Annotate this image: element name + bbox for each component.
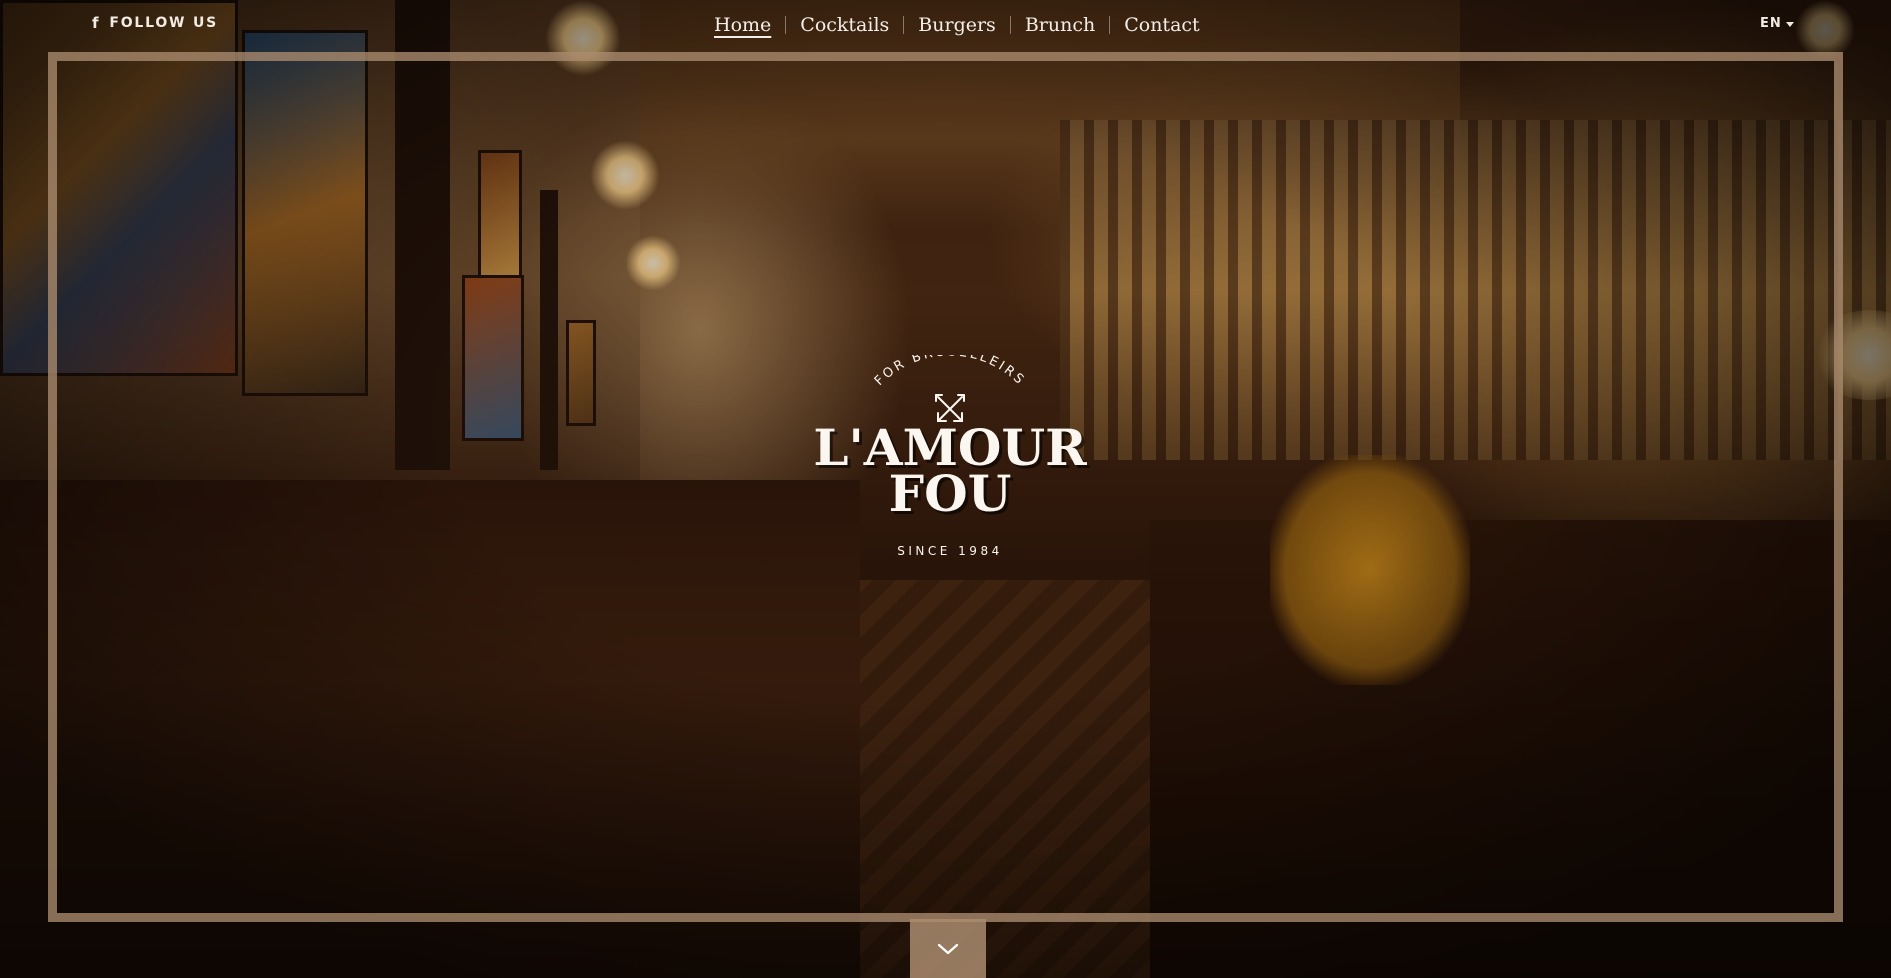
follow-us-label: FOLLOW US: [109, 15, 219, 31]
language-label: EN: [1760, 16, 1782, 31]
caret-down-icon: [1785, 21, 1794, 27]
top-navigation-bar: f FOLLOW US Home Cocktails Burgers Brunc…: [0, 0, 1891, 50]
chevron-down-icon: [937, 943, 959, 954]
nav-item-brunch[interactable]: Brunch: [1011, 12, 1109, 38]
logo-wordmark: L'AMOUR FOU: [800, 423, 1100, 523]
facebook-icon: f: [92, 14, 101, 32]
follow-us-link[interactable]: f FOLLOW US: [92, 15, 218, 31]
nav-item-burgers[interactable]: Burgers: [904, 12, 1010, 38]
brand-logo: FOR BRUSELLEIRS L'AMOUR FOU SINCE 1984: [800, 355, 1100, 565]
logo-name-line2: FOU: [888, 464, 1012, 523]
logo-since: SINCE 1984: [897, 544, 1003, 558]
scroll-down-button[interactable]: [910, 919, 986, 978]
hero-section: f FOLLOW US Home Cocktails Burgers Brunc…: [0, 0, 1891, 978]
nav-item-home[interactable]: Home: [714, 12, 785, 38]
main-nav: Home Cocktails Burgers Brunch Contact: [714, 12, 1214, 38]
nav-item-cocktails[interactable]: Cocktails: [786, 12, 903, 38]
nav-item-contact[interactable]: Contact: [1110, 12, 1213, 38]
svg-text:FOR BRUSELLEIRS: FOR BRUSELLEIRS: [872, 355, 1028, 389]
language-selector[interactable]: EN: [1760, 16, 1794, 31]
logo-tagline: FOR BRUSELLEIRS: [872, 355, 1026, 389]
